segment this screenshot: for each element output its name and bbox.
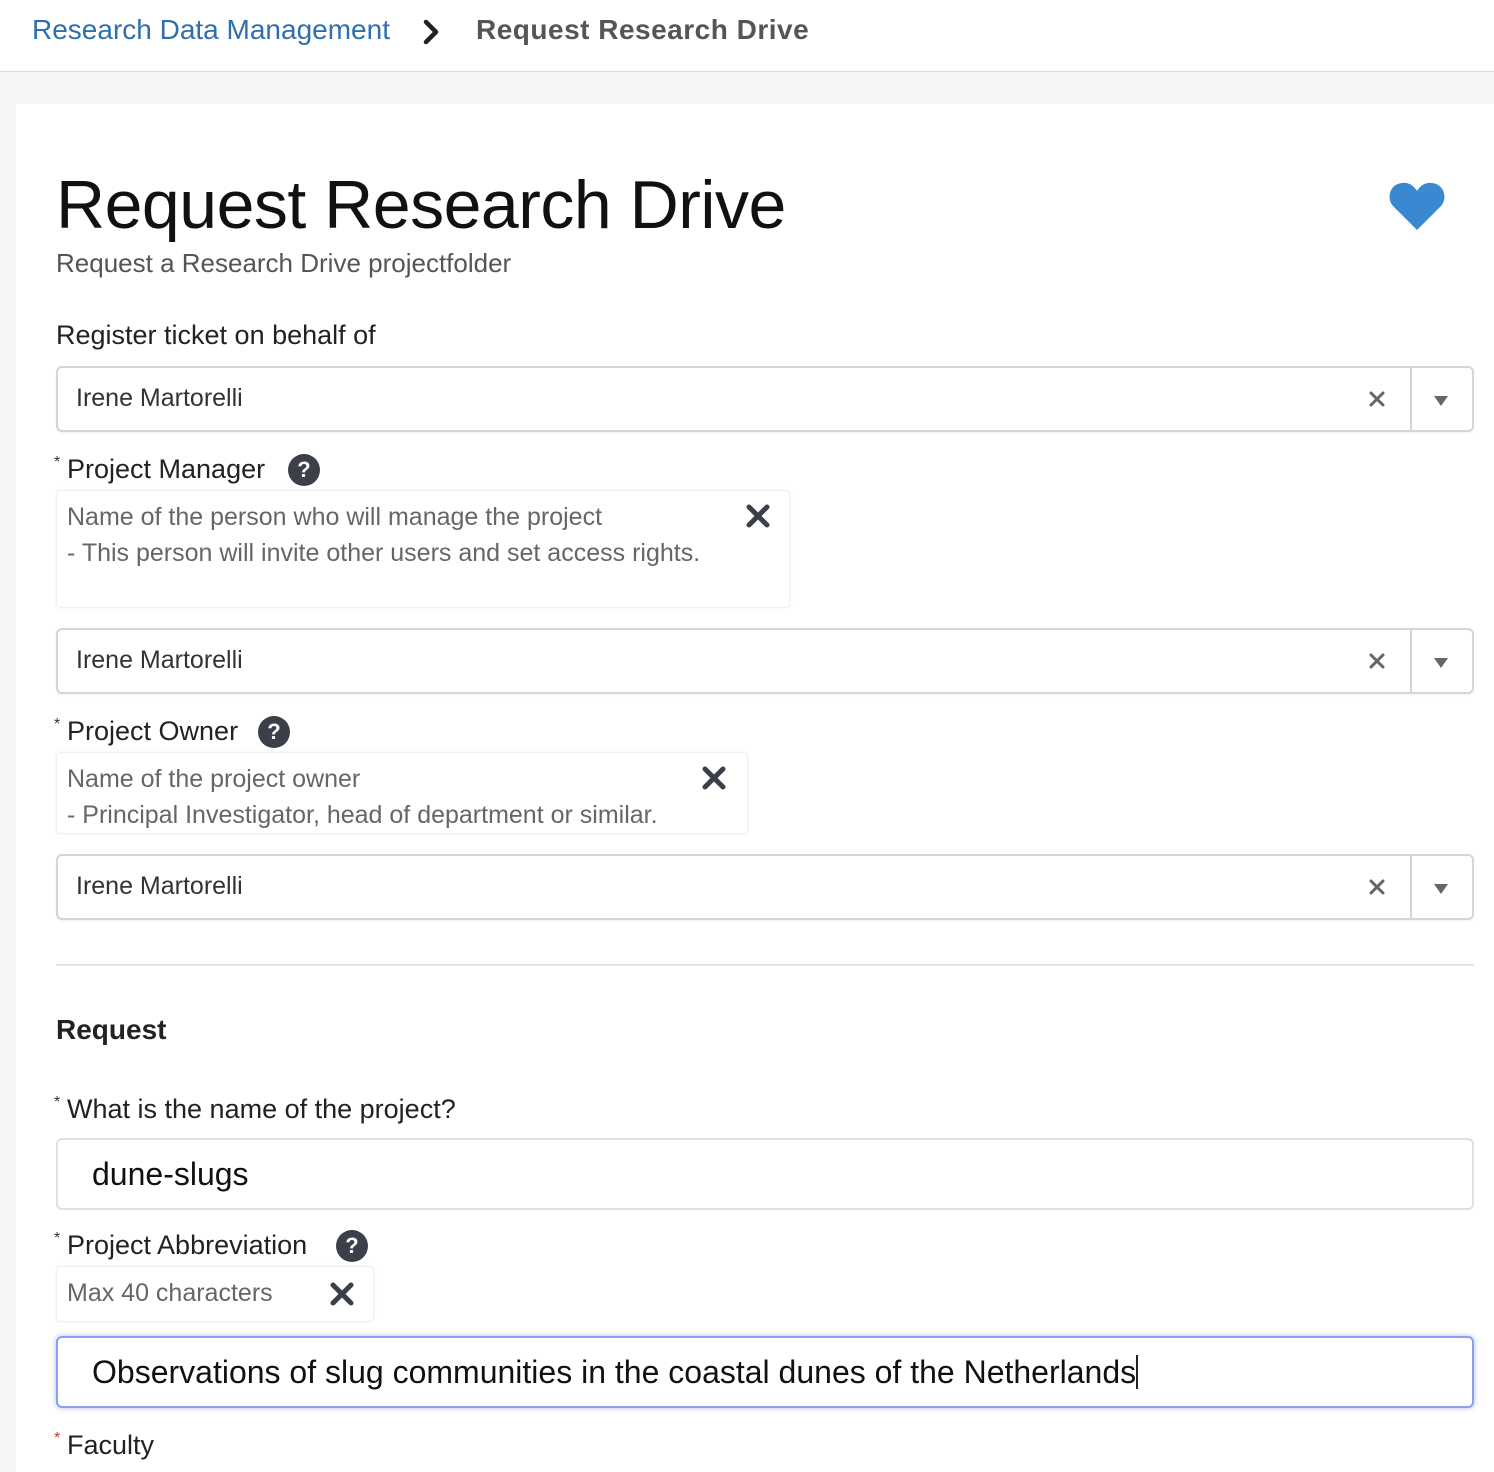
project-name-value: dune-slugs <box>92 1156 249 1192</box>
owner-select[interactable]: Irene Martorelli <box>56 854 1474 920</box>
select-divider <box>1410 630 1412 692</box>
dropdown-arrow-icon[interactable] <box>1434 884 1448 894</box>
page-title: Request Research Drive <box>56 167 786 243</box>
page-subtitle: Request a Research Drive projectfolder <box>56 248 512 278</box>
select-divider <box>1410 368 1412 430</box>
behalf-select-value: Irene Martorelli <box>76 384 243 412</box>
breadcrumb-link-research-data-management[interactable]: Research Data Management <box>32 14 390 46</box>
abbreviation-label: Project Abbreviation <box>67 1230 308 1260</box>
required-marker: * <box>54 454 61 471</box>
manager-select-value: Irene Martorelli <box>76 646 243 674</box>
manager-hint-line2: - This person will invite other users an… <box>67 539 701 567</box>
section-divider <box>56 964 1474 966</box>
abbreviation-help-icon[interactable]: ? <box>336 1230 368 1262</box>
chevron-right-icon <box>423 19 439 45</box>
text-cursor <box>1136 1355 1139 1389</box>
required-marker: * <box>54 1430 61 1447</box>
section-title-request: Request <box>56 1014 167 1045</box>
abbreviation-hint-box: Max 40 characters <box>56 1266 374 1322</box>
select-divider <box>1410 856 1412 918</box>
owner-select-value: Irene Martorelli <box>76 872 243 900</box>
close-hint-icon[interactable] <box>701 765 727 791</box>
behalf-label: Register ticket on behalf of <box>56 320 376 350</box>
close-hint-icon[interactable] <box>745 503 771 529</box>
clear-icon[interactable] <box>1368 652 1386 670</box>
manager-select[interactable]: Irene Martorelli <box>56 628 1474 694</box>
manager-label: Project Manager <box>67 454 266 484</box>
dropdown-arrow-icon[interactable] <box>1434 658 1448 668</box>
manager-hint-line1: Name of the person who will manage the p… <box>67 503 603 531</box>
project-name-label: What is the name of the project? <box>67 1094 456 1124</box>
behalf-select[interactable]: Irene Martorelli <box>56 366 1474 432</box>
owner-hint-line2: - Principal Investigator, head of depart… <box>67 801 658 829</box>
breadcrumb: Research Data Management Request Researc… <box>0 0 1494 72</box>
abbreviation-hint-text: Max 40 characters <box>67 1279 273 1307</box>
dropdown-arrow-icon[interactable] <box>1434 396 1448 406</box>
breadcrumb-current: Request Research Drive <box>476 14 810 45</box>
manager-hint-box: Name of the person who will manage the p… <box>56 490 790 608</box>
abbreviation-input[interactable]: Observations of slug communities in the … <box>56 1336 1474 1408</box>
project-name-input[interactable]: dune-slugs <box>56 1138 1474 1210</box>
required-marker: * <box>54 1094 61 1111</box>
required-marker: * <box>54 1230 61 1247</box>
clear-icon[interactable] <box>1368 878 1386 896</box>
clear-icon[interactable] <box>1368 390 1386 408</box>
owner-hint-box: Name of the project owner - Principal In… <box>56 752 748 834</box>
abbreviation-input-text: Observations of slug communities in the … <box>92 1354 1139 1391</box>
close-hint-icon[interactable] <box>329 1281 355 1307</box>
favorite-heart-icon[interactable] <box>1388 180 1446 232</box>
manager-help-icon[interactable]: ? <box>288 454 320 486</box>
owner-hint-line1: Name of the project owner <box>67 765 361 793</box>
owner-label: Project Owner <box>67 716 239 746</box>
required-marker: * <box>54 716 61 733</box>
form-card: Request Research Drive Request a Researc… <box>16 104 1494 1472</box>
abbreviation-value: Observations of slug communities in the … <box>92 1354 1137 1390</box>
owner-help-icon[interactable]: ? <box>258 716 290 748</box>
faculty-label: Faculty <box>67 1430 155 1460</box>
